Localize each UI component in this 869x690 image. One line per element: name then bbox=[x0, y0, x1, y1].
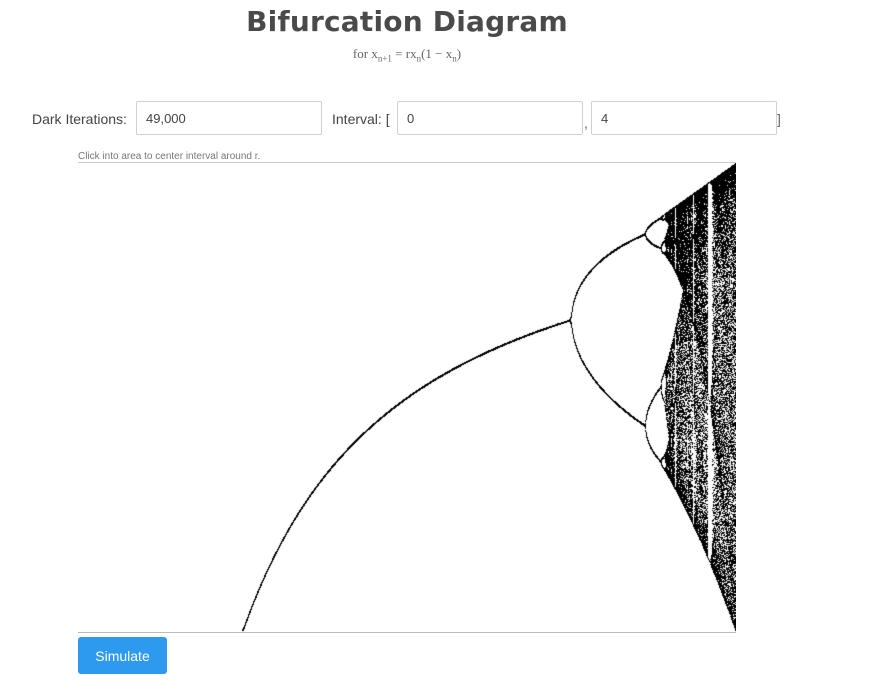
page: Bifurcation Diagram for xn+1 = rxn(1 − x… bbox=[0, 0, 869, 690]
plot-hint: Click into area to center interval aroun… bbox=[78, 151, 261, 162]
formula-prefix: for x bbox=[352, 46, 378, 61]
bifurcation-canvas[interactable] bbox=[78, 163, 736, 632]
iterations-input[interactable] bbox=[136, 101, 322, 135]
bifurcation-plot-area[interactable] bbox=[78, 162, 736, 633]
formula: for xn+1 = rxn(1 − xn) bbox=[0, 46, 814, 64]
formula-mid: = rx bbox=[391, 46, 417, 61]
interval-max-input[interactable] bbox=[591, 101, 777, 135]
interval-min-input[interactable] bbox=[397, 101, 583, 135]
interval-label: Interval: [ bbox=[332, 111, 390, 127]
iterations-label: Dark Iterations: bbox=[32, 111, 127, 127]
interval-close-bracket: ] bbox=[777, 111, 781, 127]
interval-separator: , bbox=[584, 115, 588, 131]
formula-paren: (1 − x bbox=[421, 46, 453, 61]
page-title: Bifurcation Diagram bbox=[246, 5, 568, 38]
formula-close: ) bbox=[456, 46, 462, 61]
simulate-button[interactable]: Simulate bbox=[78, 637, 167, 674]
controls-row: Dark Iterations: Interval: [ , ] bbox=[0, 101, 869, 137]
formula-subscript: n+1 bbox=[377, 53, 392, 64]
